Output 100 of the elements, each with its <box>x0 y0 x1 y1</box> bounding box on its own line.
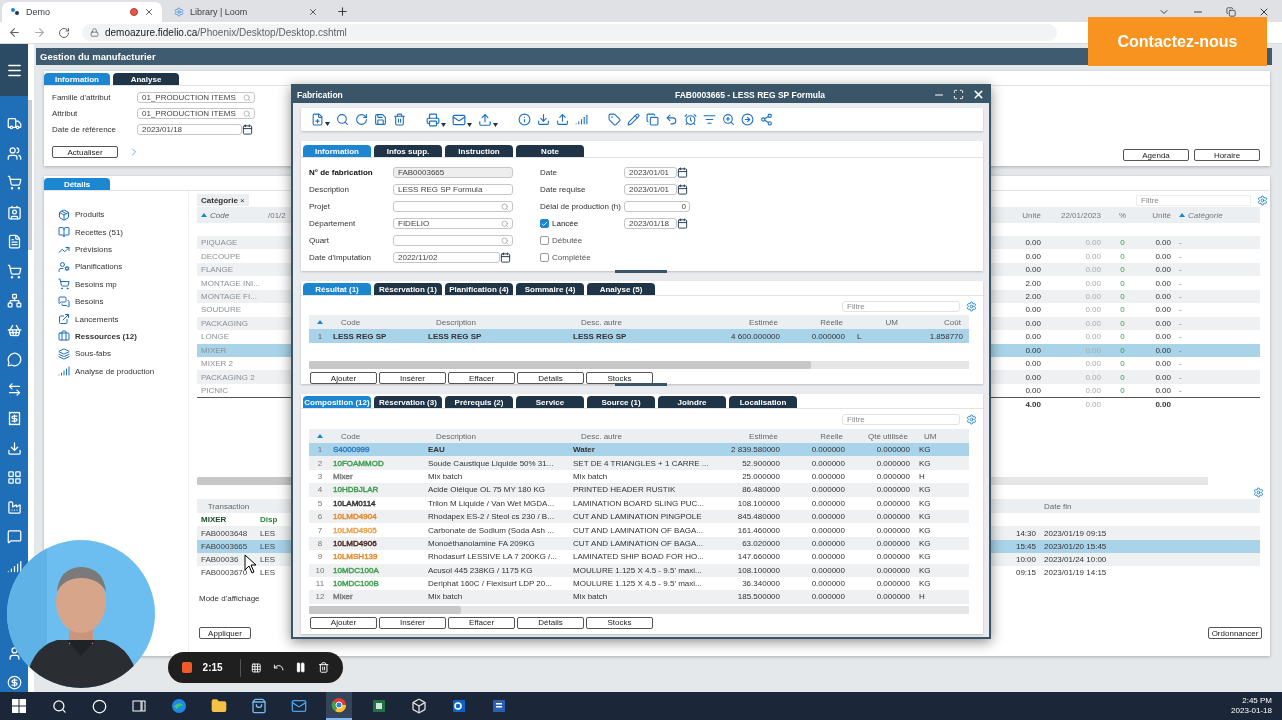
cube-icon[interactable] <box>411 698 427 714</box>
alarm-clock-icon[interactable] <box>684 113 697 126</box>
zoom-icon[interactable] <box>722 113 735 126</box>
factory-icon[interactable] <box>6 499 22 515</box>
filter-field[interactable]: Filtre <box>842 414 960 425</box>
search-field[interactable]: FIDELIO <box>393 218 513 229</box>
tab[interactable]: Information <box>44 73 110 85</box>
folder-icon[interactable] <box>211 698 227 714</box>
action-button[interactable]: Détails <box>517 372 584 384</box>
new-tab-icon[interactable] <box>336 5 349 18</box>
grid-icon[interactable] <box>251 661 262 674</box>
tab[interactable]: Prérequis (2) <box>445 396 513 408</box>
nav-item[interactable]: Sous-fabs <box>58 347 188 361</box>
calendar-icon[interactable] <box>677 167 688 178</box>
tag-icon[interactable] <box>608 113 621 126</box>
mail-icon[interactable] <box>452 112 472 127</box>
download-icon[interactable] <box>537 113 550 126</box>
action-button[interactable]: Effacer <box>448 616 515 629</box>
document-icon[interactable] <box>491 698 507 714</box>
sort-arrow-icon[interactable] <box>201 213 207 217</box>
action-button[interactable]: Insérer <box>379 372 446 384</box>
settings-icon[interactable] <box>966 414 977 425</box>
basket-icon[interactable] <box>6 322 22 338</box>
new-document-icon[interactable] <box>311 113 330 126</box>
receipt-icon[interactable] <box>6 411 22 426</box>
bar-chart-icon[interactable] <box>575 113 588 126</box>
search-icon[interactable] <box>51 698 67 714</box>
tab[interactable]: Information <box>303 145 371 157</box>
chat-icon[interactable] <box>6 529 22 544</box>
table-row[interactable]: 2 10FOAMMOD Soude Caustique Liquide 50% 31... SET DE 4 TRIANGLES + 1 CARRE ... 52.900000 0.000000 0.000000 KG <box>309 456 969 470</box>
tab[interactable]: Analyse (5) <box>587 283 655 295</box>
browser-tab[interactable]: Library | Loom <box>166 2 326 22</box>
mail-icon[interactable] <box>291 698 307 714</box>
pause-icon[interactable] <box>295 661 307 674</box>
search-field[interactable]: 01_PRODUCTION ITEMS <box>137 92 255 103</box>
browser-tab[interactable]: Demo <box>2 2 162 22</box>
text-field[interactable]: LESS REG SP Formula <box>393 184 513 195</box>
number-field[interactable]: 0 <box>624 201 690 212</box>
tab[interactable]: Instruction <box>445 145 513 157</box>
share-icon[interactable] <box>760 113 773 126</box>
refresh-icon[interactable] <box>355 113 368 126</box>
nav-item[interactable]: Planifications <box>58 260 188 274</box>
scrollbar[interactable] <box>309 605 969 614</box>
tab[interactable]: Localisation <box>729 396 797 408</box>
browser-icon[interactable] <box>171 698 187 714</box>
back-icon[interactable] <box>8 26 21 39</box>
sort-arrow-icon[interactable] <box>1179 213 1185 217</box>
arrows-icon[interactable] <box>6 381 22 397</box>
dollar-icon[interactable] <box>6 675 22 690</box>
tab[interactable]: Détails <box>44 178 110 190</box>
close-icon[interactable] <box>308 7 318 17</box>
upload-icon[interactable] <box>556 113 569 126</box>
tab[interactable]: Service <box>516 396 584 408</box>
checkbox[interactable]: Lancée <box>540 219 624 228</box>
date-field[interactable]: 2023/01/01 <box>624 167 677 178</box>
table-row[interactable]: 1 LESS REG SP LESS REG SP LESS REG SP 4 600.000000 0.000000 L 1.858770 <box>309 329 969 344</box>
nav-item[interactable]: Analyse de production <box>58 364 188 378</box>
copy-icon[interactable] <box>646 113 659 126</box>
calendar-icon[interactable] <box>242 124 253 135</box>
printer-icon[interactable] <box>426 112 446 127</box>
cart-icon[interactable] <box>6 175 22 190</box>
checkbox[interactable]: Complétée <box>540 253 624 262</box>
settings-icon[interactable] <box>966 300 977 312</box>
nav-item[interactable]: Besoins mp <box>58 277 188 292</box>
nav-item[interactable]: Recettes (51) <box>58 225 188 239</box>
address-field[interactable]: demoazure.fidelio.ca/Phoenix/Desktop/Desktop.cshtml <box>82 24 1057 41</box>
search-field[interactable] <box>393 201 513 212</box>
undo-icon[interactable] <box>665 113 678 126</box>
cart-icon[interactable] <box>6 263 22 279</box>
settings-icon[interactable] <box>1257 194 1268 206</box>
action-button[interactable]: Insérer <box>379 616 446 629</box>
action-button[interactable]: Agenda <box>1123 149 1189 161</box>
table-row[interactable]: 4 10HDBJLAR Acide Oléique OL 75 MY 180 KG PRINTED HEADER RUSTIK 86.480000 0.000000 0.000000 KG <box>309 483 969 497</box>
tab[interactable]: Infos supp. <box>374 145 442 157</box>
calendar-icon[interactable] <box>677 184 688 195</box>
bar-chart-icon[interactable] <box>6 558 22 574</box>
contact-card-icon[interactable] <box>6 204 22 220</box>
user-icon[interactable] <box>6 646 22 661</box>
date-field[interactable]: 2023/01/18 <box>137 124 242 135</box>
users-icon[interactable] <box>6 145 22 161</box>
date-field[interactable]: 2022/11/02 <box>393 252 500 263</box>
refresh-button[interactable]: Actualiser <box>52 146 118 158</box>
date-field[interactable]: 2023/01/18 <box>624 218 677 229</box>
task-view-icon[interactable] <box>131 698 147 714</box>
apply-button[interactable]: Appliquer <box>199 627 251 640</box>
tab[interactable]: Joindre <box>658 396 726 408</box>
restore-icon[interactable] <box>1226 7 1236 17</box>
date-field[interactable]: 2023/01/01 <box>624 184 677 195</box>
pencil-icon[interactable] <box>627 113 640 126</box>
list-filter-icon[interactable] <box>703 113 716 126</box>
table-row[interactable]: 1 S4000999 EAU Water 2 839.580000 0.000000 0.000000 KG <box>309 443 969 457</box>
tab[interactable]: Résultat (1) <box>303 283 371 295</box>
tab[interactable]: Réservation (3) <box>374 396 442 408</box>
filter-chip[interactable]: Catégorie × <box>197 194 249 206</box>
action-button[interactable]: Stocks <box>586 616 653 629</box>
bag-icon[interactable] <box>251 698 267 714</box>
tab[interactable]: Réservation (1) <box>374 283 442 295</box>
nav-item[interactable]: Prévisions <box>58 242 188 257</box>
search-field[interactable] <box>393 235 513 246</box>
tab[interactable]: Source (1) <box>587 396 655 408</box>
